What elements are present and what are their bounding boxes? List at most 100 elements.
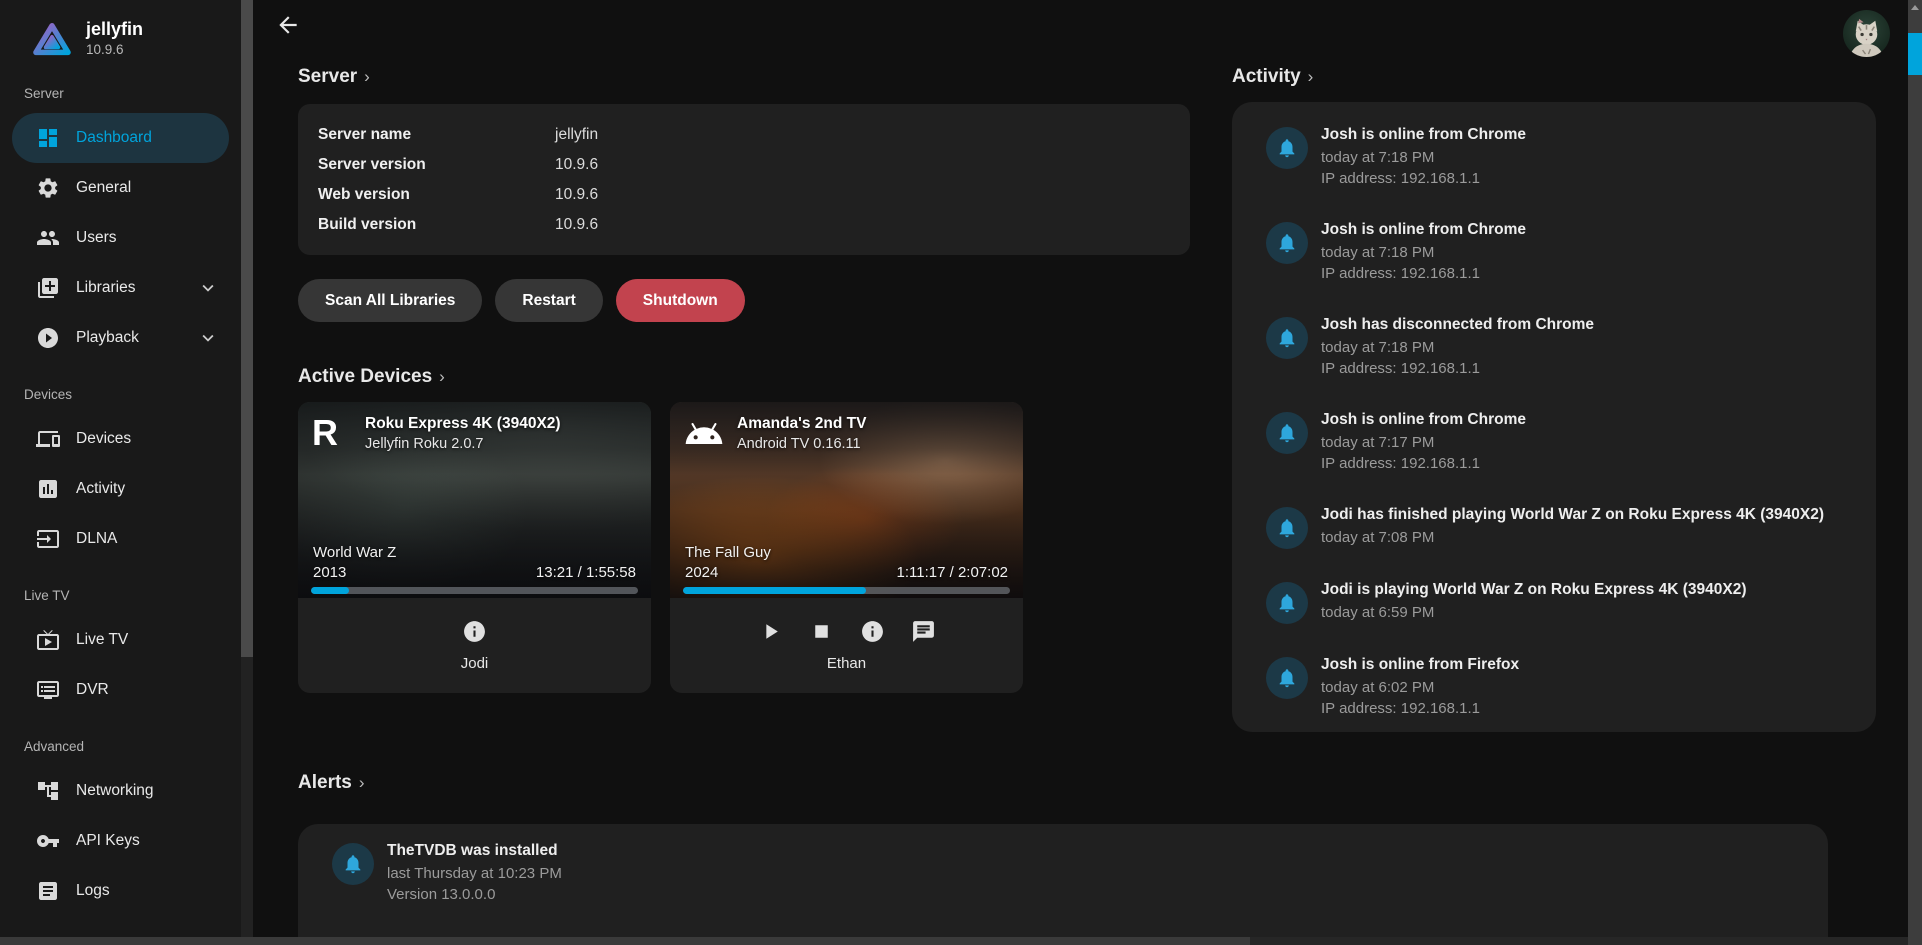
- heading-chevron: ›: [1308, 67, 1314, 87]
- device-name: Roku Express 4K (3940X2): [365, 414, 561, 433]
- media-title: World War Z: [313, 543, 396, 563]
- users-icon: [36, 226, 60, 250]
- activity-item: Josh is online from Chrome today at 7:18…: [1266, 124, 1846, 189]
- horizontal-scrollbar[interactable]: [0, 937, 1908, 945]
- sidebar-item-live-tv[interactable]: Live TV: [12, 615, 229, 665]
- server-section-link[interactable]: Server ›: [298, 66, 1190, 88]
- dlna-icon: [36, 527, 60, 551]
- active-devices-section-link[interactable]: Active Devices ›: [298, 366, 1190, 388]
- key-icon: [36, 829, 60, 853]
- app-brand: jellyfin 10.9.6: [0, 0, 241, 62]
- main-scrollbar-thumb[interactable]: [1908, 33, 1922, 75]
- now-playing-info: World War Z 2013 13:21 / 1:55:58: [313, 543, 636, 583]
- activity-item: Jodi has finished playing World War Z on…: [1266, 504, 1846, 549]
- sidebar-item-logs[interactable]: Logs: [12, 866, 229, 916]
- bell-icon: [1266, 582, 1308, 624]
- dvr-icon: [36, 678, 60, 702]
- restart-button[interactable]: Restart: [495, 279, 602, 322]
- heading-chevron: ›: [359, 773, 365, 793]
- stop-icon[interactable]: [809, 619, 834, 644]
- active-devices-list: R Roku Express 4K (3940X2) Jellyfin Roku…: [298, 402, 1190, 693]
- now-playing-backdrop: Amanda's 2nd TV Android TV 0.16.11 The F…: [670, 402, 1023, 598]
- media-title: The Fall Guy: [685, 543, 771, 563]
- heading-chevron: ›: [439, 367, 445, 387]
- jellyfin-logo-icon: [30, 18, 74, 62]
- now-playing-backdrop: R Roku Express 4K (3940X2) Jellyfin Roku…: [298, 402, 651, 598]
- sidebar-item-devices[interactable]: Devices: [12, 414, 229, 464]
- dashboard-left-column: Server › Server name jellyfin Server ver…: [298, 0, 1190, 693]
- alerts-card: TheTVDB was installed last Thursday at 1…: [298, 824, 1828, 945]
- chevron-down-icon: [197, 327, 219, 349]
- server-info-row: Server version 10.9.6: [318, 150, 1170, 180]
- device-card-header: R Roku Express 4K (3940X2) Jellyfin Roku…: [298, 402, 651, 474]
- chevron-down-icon: [197, 277, 219, 299]
- shutdown-button[interactable]: Shutdown: [616, 279, 745, 322]
- sidebar-item-playback[interactable]: Playback: [12, 313, 229, 363]
- now-playing-info: The Fall Guy 2024 1:11:17 / 2:07:02: [685, 543, 1008, 583]
- activity-item: Josh is online from Firefox today at 6:0…: [1266, 654, 1846, 719]
- sidebar-section-advanced: Advanced: [24, 739, 241, 754]
- bell-icon: [332, 843, 374, 885]
- playback-icon: [36, 326, 60, 350]
- gear-icon: [36, 176, 60, 200]
- device-client: Jellyfin Roku 2.0.7: [365, 435, 561, 454]
- active-device-card-roku: R Roku Express 4K (3940X2) Jellyfin Roku…: [298, 402, 651, 693]
- activity-section-link[interactable]: Activity ›: [1232, 66, 1876, 88]
- activity-card: Josh is online from Chrome today at 7:18…: [1232, 102, 1876, 732]
- playback-progress-fill: [311, 587, 349, 594]
- sidebar-item-libraries[interactable]: Libraries: [12, 263, 229, 313]
- device-client: Android TV 0.16.11: [737, 435, 866, 454]
- playback-controls: [462, 619, 487, 644]
- libraries-icon: [36, 276, 60, 300]
- activity-icon: [36, 477, 60, 501]
- media-year: 2013: [313, 563, 396, 583]
- heading-chevron: ›: [364, 67, 370, 87]
- device-card-footer: Ethan: [670, 598, 1023, 693]
- play-icon[interactable]: [758, 619, 783, 644]
- bell-icon: [1266, 222, 1308, 264]
- logs-icon: [36, 879, 60, 903]
- server-actions: Scan All Libraries Restart Shutdown: [298, 279, 1190, 322]
- scan-all-libraries-button[interactable]: Scan All Libraries: [298, 279, 482, 322]
- dashboard-right-column: Activity › Josh is online from Chrome to…: [1232, 0, 1876, 732]
- sidebar-item-dashboard[interactable]: Dashboard: [12, 113, 229, 163]
- alerts-section-link[interactable]: Alerts ›: [298, 772, 1828, 794]
- server-info-card: Server name jellyfin Server version 10.9…: [298, 104, 1190, 255]
- activity-item: Jodi is playing World War Z on Roku Expr…: [1266, 579, 1846, 624]
- sidebar: jellyfin 10.9.6 Server Dashboard General…: [0, 0, 241, 945]
- info-icon[interactable]: [860, 619, 885, 644]
- bell-icon: [1266, 412, 1308, 454]
- server-info-row: Web version 10.9.6: [318, 180, 1170, 210]
- playback-progress-bar: [683, 587, 1010, 594]
- sidebar-item-dvr[interactable]: DVR: [12, 665, 229, 715]
- sidebar-item-activity[interactable]: Activity: [12, 464, 229, 514]
- sidebar-scrollbar-thumb[interactable]: [241, 0, 253, 657]
- message-icon[interactable]: [911, 619, 936, 644]
- networking-icon: [36, 779, 60, 803]
- scroll-up-arrow-icon[interactable]: [1911, 5, 1919, 10]
- server-info-row: Build version 10.9.6: [318, 210, 1170, 240]
- sidebar-item-networking[interactable]: Networking: [12, 766, 229, 816]
- bell-icon: [1266, 507, 1308, 549]
- device-user: Ethan: [827, 655, 866, 672]
- device-card-header: Amanda's 2nd TV Android TV 0.16.11: [670, 402, 1023, 474]
- playback-controls: [758, 619, 936, 644]
- server-info-row: Server name jellyfin: [318, 120, 1170, 150]
- active-device-card-androidtv: Amanda's 2nd TV Android TV 0.16.11 The F…: [670, 402, 1023, 693]
- horizontal-scrollbar-thumb[interactable]: [0, 937, 1250, 945]
- playback-time: 13:21 / 1:55:58: [536, 563, 636, 583]
- sidebar-scrollbar[interactable]: [241, 0, 253, 945]
- media-year: 2024: [685, 563, 771, 583]
- sidebar-item-dlna[interactable]: DLNA: [12, 514, 229, 564]
- playback-time: 1:11:17 / 2:07:02: [897, 563, 1008, 583]
- bell-icon: [1266, 317, 1308, 359]
- info-icon[interactable]: [462, 619, 487, 644]
- sidebar-item-api-keys[interactable]: API Keys: [12, 816, 229, 866]
- playback-progress-bar: [311, 587, 638, 594]
- roku-icon: R: [312, 414, 352, 452]
- main-scrollbar[interactable]: [1908, 0, 1922, 945]
- live-tv-icon: [36, 628, 60, 652]
- sidebar-item-general[interactable]: General: [12, 163, 229, 213]
- sidebar-item-users[interactable]: Users: [12, 213, 229, 263]
- devices-icon: [36, 427, 60, 451]
